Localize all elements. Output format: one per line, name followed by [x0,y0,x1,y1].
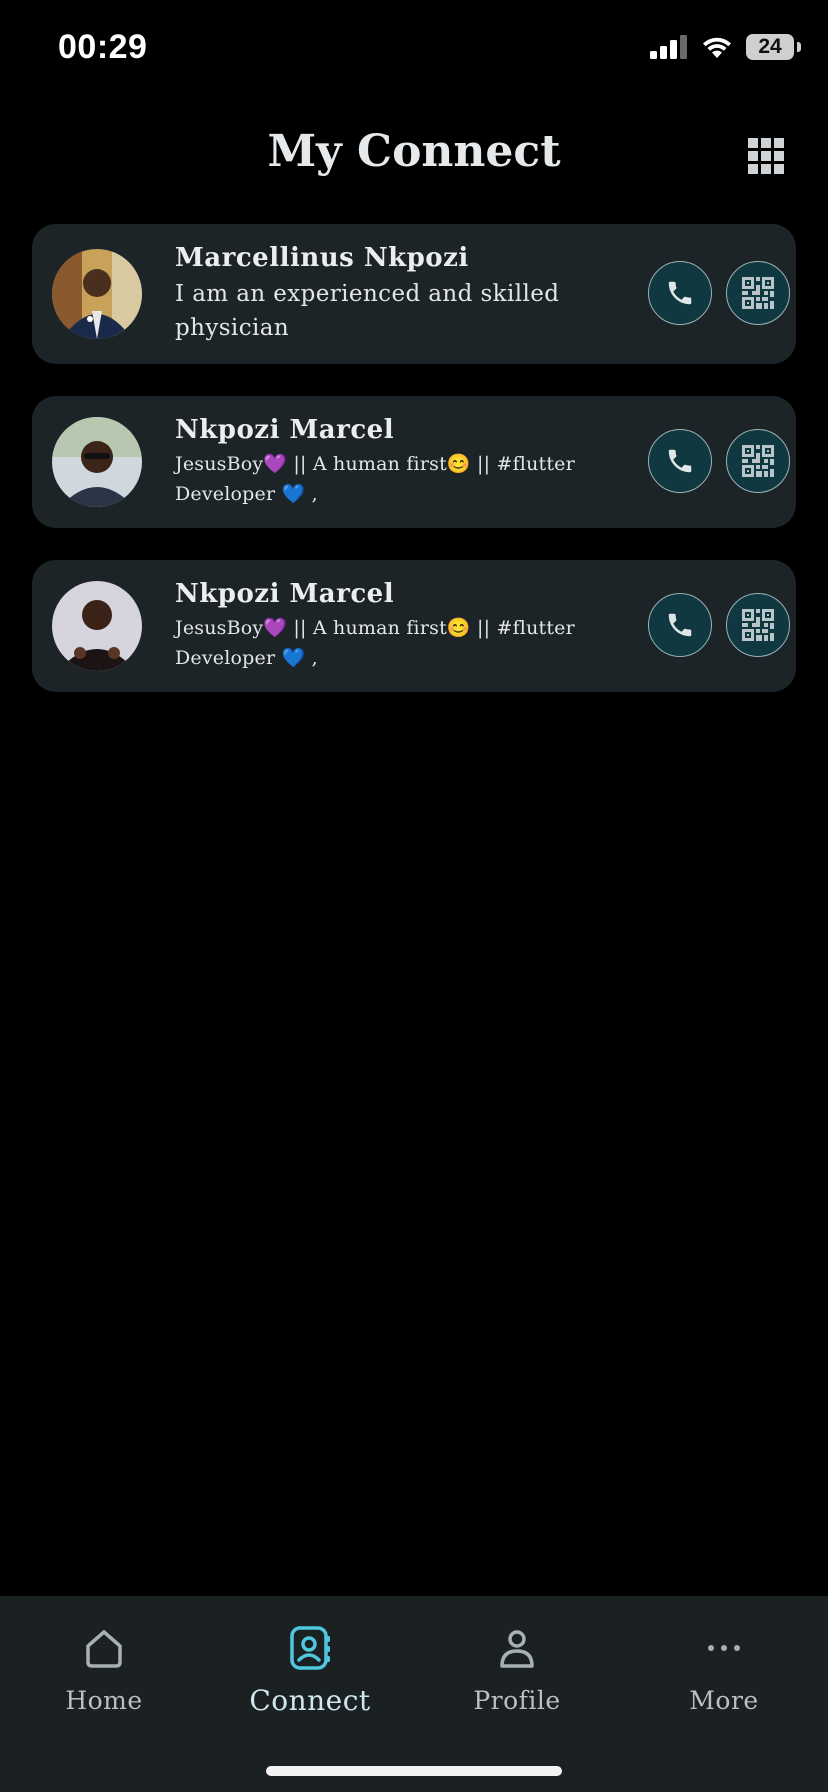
qr-code-button[interactable] [726,261,790,325]
status-icons: 24 [650,34,801,60]
qr-code-button[interactable] [726,593,790,657]
connection-bio: I am an experienced and skilled physicia… [175,277,616,345]
bottom-tab-bar: Home Connect Profile More [0,1596,828,1792]
header: My Connect [0,120,828,190]
call-button[interactable] [648,261,712,325]
connection-card[interactable]: Nkpozi Marcel JesusBoy💜 || A human first… [32,560,796,692]
connection-name: Nkpozi Marcel [175,579,395,609]
tab-connect[interactable]: Connect [230,1618,390,1717]
card-actions [648,429,790,493]
battery-indicator: 24 [746,34,801,60]
connection-info: Nkpozi Marcel JesusBoy💜 || A human first… [175,415,616,509]
status-bar: 00:29 24 [0,0,828,100]
status-time: 00:29 [58,28,148,66]
phone-icon [668,613,692,637]
tab-label: Connect [249,1684,371,1717]
card-actions [648,593,790,657]
page-title: My Connect [267,126,561,177]
more-dots-icon [708,1645,740,1651]
call-button[interactable] [648,429,712,493]
connection-card[interactable]: Marcellinus Nkpozi I am an experienced a… [32,224,796,364]
grid-view-button[interactable] [748,138,784,174]
bio-line: I am an experienced and skilled [175,281,560,307]
connection-card[interactable]: Nkpozi Marcel JesusBoy💜 || A human first… [32,396,796,528]
connection-name: Nkpozi Marcel [175,415,395,445]
phone-icon [668,449,692,473]
wifi-icon [703,37,731,58]
grid-icon [748,138,784,174]
qr-code-button[interactable] [726,429,790,493]
card-actions [648,261,790,325]
avatar [52,581,142,671]
tab-label: Profile [473,1686,561,1715]
person-icon [500,1630,534,1668]
bio-line: JesusBoy💜 || A human first😊 || #flutter [175,453,575,475]
tab-label: Home [65,1686,143,1715]
tab-home[interactable]: Home [24,1618,184,1715]
bio-line: JesusBoy💜 || A human first😊 || #flutter [175,617,575,639]
avatar [52,417,142,507]
tab-more[interactable]: More [644,1618,804,1715]
home-indicator [266,1766,562,1776]
connection-list: Marcellinus Nkpozi I am an experienced a… [32,224,796,724]
connection-info: Marcellinus Nkpozi I am an experienced a… [175,243,616,345]
bio-line: Developer 💙 , [175,647,318,669]
signal-icon [650,35,687,59]
tab-profile[interactable]: Profile [437,1618,597,1715]
qr-code-icon [742,277,774,309]
bio-line: Developer 💙 , [175,483,318,505]
phone-icon [668,281,692,305]
home-icon [86,1630,122,1668]
contact-book-icon [290,1626,330,1670]
tab-label: More [689,1686,759,1715]
connection-bio: JesusBoy💜 || A human first😊 || #flutter … [175,613,616,673]
qr-code-icon [742,609,774,641]
connection-bio: JesusBoy💜 || A human first😊 || #flutter … [175,449,616,509]
avatar [52,249,142,339]
connection-info: Nkpozi Marcel JesusBoy💜 || A human first… [175,579,616,673]
call-button[interactable] [648,593,712,657]
qr-code-icon [742,445,774,477]
bio-line: physician [175,315,290,341]
connection-name: Marcellinus Nkpozi [175,243,469,273]
